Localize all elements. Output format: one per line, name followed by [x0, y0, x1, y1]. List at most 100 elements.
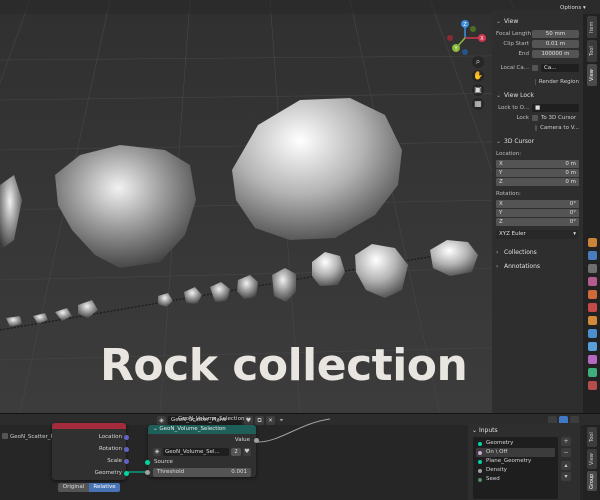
lock-to-object-field[interactable]: ■ [532, 103, 579, 112]
cursor-location-y[interactable]: Y0 m [496, 169, 579, 177]
threshold-value: 0.001 [231, 469, 247, 475]
source-input-label: Source [154, 459, 173, 465]
local-camera-checkbox[interactable] [532, 64, 538, 71]
scene-properties-icon[interactable] [588, 290, 597, 299]
3d-viewport[interactable]: Options Z X Y ⌕ ✋ ▣ ▦ Rock collection ⌄V… [0, 0, 600, 413]
input-item-density[interactable]: Density [476, 466, 555, 475]
world-properties-icon[interactable] [588, 303, 597, 312]
pan-hand-icon[interactable]: ✋ [472, 70, 484, 82]
volume-selection-header[interactable]: ⌄ GeoN_Volume_Selection [148, 425, 256, 434]
view-section-header[interactable]: ⌄ View [496, 16, 579, 28]
viewport-nav-buttons: ⌕ ✋ ▣ ▦ [472, 56, 486, 112]
clip-end-label: End [518, 50, 529, 57]
relative-option[interactable]: Relative [89, 483, 120, 492]
rotation-mode-select[interactable]: XYZ Euler ▾ [496, 230, 579, 239]
local-camera-field[interactable]: Ca... [541, 63, 579, 72]
chevron-down-icon: ▾ [573, 231, 576, 237]
inputs-side-buttons: + − ▴ ▾ [561, 437, 571, 483]
add-input-icon[interactable]: + [561, 437, 571, 446]
cursor-rotation-z[interactable]: Z 0° [496, 218, 579, 226]
view-lock-section: ⌄ View Lock Lock to O... ■ Lock To 3D Curso… [496, 90, 579, 132]
fake-user-icon[interactable]: ♥ [243, 447, 251, 456]
svg-text:Z: Z [463, 22, 467, 28]
data-properties-icon[interactable] [588, 381, 597, 390]
constraints-properties-icon[interactable] [588, 368, 597, 377]
chevron-down-icon: ⌄ [496, 138, 502, 145]
tab-tool[interactable]: Tool [586, 427, 597, 447]
cursor-location-z[interactable]: Z0 m [496, 178, 579, 186]
object-info-node[interactable]: Location Rotation Scale Geometry Origina… [52, 423, 129, 492]
object-info-header[interactable] [52, 423, 126, 429]
svg-text:X: X [480, 36, 484, 42]
3d-cursor-header[interactable]: ⌄ 3D Cursor [496, 136, 579, 148]
physics-properties-icon[interactable] [588, 355, 597, 364]
input-item-on-off[interactable]: On \ Off [476, 448, 555, 457]
geometry-output-label: Geometry [94, 470, 122, 476]
render-region-label: Render Region [538, 78, 579, 85]
view-lock-header[interactable]: ⌄ View Lock [496, 90, 579, 102]
geometry-socket[interactable] [124, 470, 129, 476]
render-properties-icon[interactable] [588, 251, 597, 260]
chevron-down-icon: ⌄ [472, 427, 479, 434]
camera-to-view-label: Camera to V... [540, 124, 579, 131]
input-item-seed[interactable]: Seed [476, 475, 555, 484]
geometry-socket-dot [478, 441, 482, 446]
render-region-checkbox[interactable] [535, 78, 536, 85]
node-group-field[interactable]: GeoN_Volume_Sel... [163, 447, 229, 456]
group-users-count[interactable]: 2 [231, 447, 241, 456]
properties-editor-icons [588, 238, 600, 394]
focal-length-field[interactable]: 50 mm [532, 29, 579, 38]
chevron-right-icon: › [496, 263, 499, 270]
volume-selection-node[interactable]: ⌄ GeoN_Volume_Selection Value ◈ GeoN_Vol… [145, 425, 259, 477]
inputs-header[interactable]: ⌄ Inputs [472, 426, 576, 435]
scale-socket[interactable] [124, 458, 129, 464]
cursor-location-x[interactable]: X0 m [496, 160, 579, 168]
tab-view[interactable]: View [586, 64, 597, 86]
tab-group[interactable]: Group [586, 471, 597, 491]
annotations-section[interactable]: › Annotations [496, 261, 579, 272]
clip-end-field[interactable]: 100000 m [532, 49, 579, 58]
zoom-icon[interactable]: ⌕ [472, 56, 484, 68]
value-socket[interactable] [254, 437, 259, 443]
rotation-socket[interactable] [124, 446, 129, 452]
to-3d-cursor-checkbox[interactable] [532, 114, 538, 121]
cursor-rotation-y[interactable]: Y 0° [496, 209, 579, 217]
tool-properties-icon[interactable] [588, 238, 597, 247]
cursor-rotation-x[interactable]: X 0° [496, 200, 579, 208]
integer-socket-dot [478, 477, 482, 482]
chevron-right-icon: › [496, 249, 499, 256]
threshold-label: Threshold [157, 469, 185, 475]
camera-icon[interactable]: ▣ [472, 84, 484, 96]
move-up-icon[interactable]: ▴ [561, 461, 571, 470]
move-down-icon[interactable]: ▾ [561, 472, 571, 481]
tab-tool[interactable]: Tool [586, 40, 597, 62]
view-layer-properties-icon[interactable] [588, 277, 597, 286]
collections-section[interactable]: › Collections [496, 247, 579, 258]
node-editor[interactable]: ◈ GeoN_Scatter_Plane ♥ ⧉ ✕ ⌖ GeoN_Scatte… [0, 413, 600, 500]
object-properties-icon[interactable] [588, 316, 597, 325]
tab-view[interactable]: View [586, 449, 597, 469]
focal-length-label: Focal Length [496, 30, 531, 37]
location-socket[interactable] [124, 434, 129, 440]
clip-start-field[interactable]: 0.01 m [532, 39, 579, 48]
source-socket[interactable] [145, 459, 150, 465]
output-properties-icon[interactable] [588, 264, 597, 273]
input-item-plane-geometry[interactable]: Plane_Geometry [476, 457, 555, 466]
location-label: Location: [496, 151, 522, 157]
camera-to-view-checkbox[interactable] [535, 124, 538, 131]
particles-properties-icon[interactable] [588, 342, 597, 351]
lock-label: Lock [516, 114, 529, 121]
threshold-socket[interactable] [145, 470, 150, 475]
input-item-geometry[interactable]: Geometry [476, 439, 555, 448]
threshold-field[interactable]: Threshold 0.001 [145, 468, 251, 477]
float-socket-dot [478, 468, 482, 473]
tab-item[interactable]: Item [586, 16, 597, 38]
caption-title: Rock collection [100, 340, 468, 391]
node-group-icon[interactable]: ◈ [153, 447, 161, 456]
modifier-properties-icon[interactable] [588, 329, 597, 338]
geometry-socket-dot [478, 459, 482, 464]
original-option[interactable]: Original [58, 483, 89, 492]
remove-input-icon[interactable]: − [561, 448, 571, 457]
group-inputs-panel: ⌄ Inputs Geometry On \ Off Plane_Geometr… [468, 423, 580, 500]
grid-icon[interactable]: ▦ [472, 98, 484, 110]
